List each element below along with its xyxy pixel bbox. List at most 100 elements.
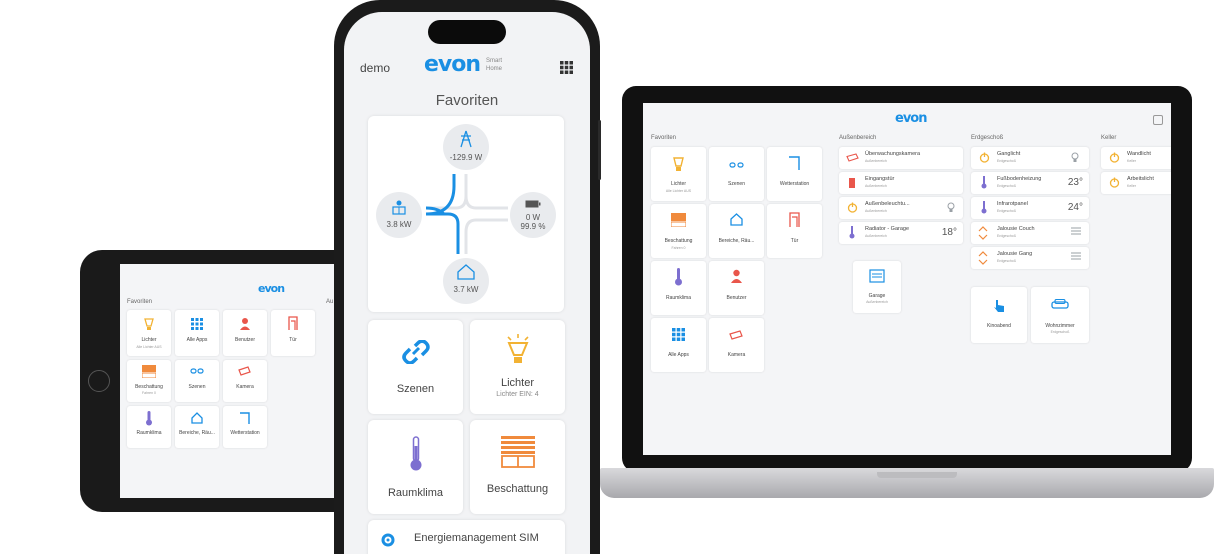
phone-list-energiemanagement[interactable]: Energiemanagement SIM xyxy=(368,520,565,554)
laptop-tile-benutzer[interactable]: Benutzer xyxy=(709,261,764,315)
energy-node-grid[interactable]: -129.9 W xyxy=(443,124,489,170)
laptop-row-aussenbeleuchtung[interactable]: Außenbeleuchtu... Außenbereich xyxy=(839,197,963,219)
tablet-screen: evon Favoriten Au Lichter Alle Lichter A… xyxy=(120,264,360,498)
laptop-tile-wohnzimmer[interactable]: Wohnzimmer Erdgeschoß xyxy=(1031,287,1089,343)
tablet-tile-lichter[interactable]: Lichter Alle Lichter AUS xyxy=(127,310,171,356)
phone-brand-tag-1: Smart xyxy=(486,58,503,64)
shutter-icon xyxy=(500,436,535,468)
row-value: 24° xyxy=(1067,202,1083,213)
laptop-row-radiator-garage[interactable]: Radiator - Garage Außenbereich 18° xyxy=(839,222,963,244)
thermometer-icon xyxy=(981,201,987,214)
tile-label: Beschattung xyxy=(135,384,163,390)
laptop-brand-logo: evon xyxy=(895,111,928,126)
laptop-tile-wetterstation[interactable]: Wetterstation xyxy=(767,147,822,201)
shutter-icon xyxy=(671,213,686,227)
solar-panel-icon xyxy=(392,200,406,215)
tablet-tile-tuer[interactable]: Tür xyxy=(271,310,315,356)
up-down-icon xyxy=(978,251,988,265)
door-icon xyxy=(849,178,855,188)
tile-label: Szenen xyxy=(396,383,435,395)
tablet-tile-alle-apps[interactable]: Alle Apps xyxy=(175,310,219,356)
house-icon xyxy=(457,264,475,280)
link-icon xyxy=(729,162,744,168)
energy-node-house[interactable]: 3.7 kW xyxy=(443,258,489,304)
tablet-tile-szenen[interactable]: Szenen xyxy=(175,360,219,402)
thermometer-icon xyxy=(675,268,682,286)
row-room: Keller xyxy=(1127,159,1136,163)
laptop-row-ganglicht[interactable]: Ganglicht Erdgeschoß xyxy=(971,147,1089,169)
laptop-tile-alle-apps[interactable]: Alle Apps xyxy=(651,318,706,372)
row-room: Keller xyxy=(1127,184,1136,188)
laptop-tile-beschattung[interactable]: Beschattung Fahren 0 xyxy=(651,204,706,258)
laptop-tile-kamera[interactable]: Kamera xyxy=(709,318,764,372)
sofa-icon xyxy=(1051,299,1069,309)
phone-page-title: Favoriten xyxy=(435,92,499,109)
row-name: Ganglicht xyxy=(997,151,1021,157)
row-value: 18° xyxy=(941,227,957,238)
row-room: Erdgeschoß xyxy=(997,259,1016,263)
tablet-home-button xyxy=(88,370,110,392)
grid-icon xyxy=(672,328,685,341)
row-name: Jalousie Gang xyxy=(997,251,1033,257)
laptop-tile-lichter[interactable]: Lichter Alle Lichter AUS xyxy=(651,147,706,201)
phone-tile-beschattung[interactable]: Beschattung xyxy=(470,420,565,514)
tablet-tile-beschattung[interactable]: Beschattung Fahren 0 xyxy=(127,360,171,402)
bulb-icon xyxy=(947,202,955,212)
laptop-tile-tuer[interactable]: Tür xyxy=(767,204,822,258)
tile-label: Alle Apps xyxy=(186,337,208,343)
energy-node-solar[interactable]: 3.8 kW xyxy=(376,192,422,238)
energy-battery-power: 0 W xyxy=(525,213,541,222)
laptop-row-wandlicht[interactable]: Wandlicht Keller xyxy=(1101,147,1171,169)
laptop-tile-szenen[interactable]: Szenen xyxy=(709,147,764,201)
phone-tile-raumklima[interactable]: Raumklima xyxy=(368,420,463,514)
tile-sub: Fahren 0 xyxy=(141,391,156,395)
energy-house-value: 3.7 kW xyxy=(453,285,479,294)
laptop-row-jalousie-couch[interactable]: Jalousie Couch Erdgeschoß xyxy=(971,222,1089,244)
phone-tile-szenen[interactable]: Szenen xyxy=(368,320,463,414)
laptop-row-kamera[interactable]: Überwachungskamera Außenbereich xyxy=(839,147,963,169)
laptop-section-favorites: Favoriten xyxy=(651,135,677,141)
tile-label: Wetterstation xyxy=(230,430,260,436)
weather-station-icon xyxy=(240,412,250,424)
garage-icon xyxy=(869,269,885,283)
row-room: Erdgeschoß xyxy=(997,159,1016,163)
tablet-tile-bereiche[interactable]: Bereiche, Räu... xyxy=(175,406,219,448)
tile-label: Tür xyxy=(790,238,799,244)
battery-icon xyxy=(525,200,541,208)
laptop-tile-bereiche[interactable]: Bereiche, Räu... xyxy=(709,204,764,258)
laptop-tile-kinoabend[interactable]: Kinoabend xyxy=(971,287,1027,343)
energy-card[interactable]: -129.9 W 3.8 kW 0 W 99.9 % 3.7 kW xyxy=(368,116,564,312)
tablet-tile-kamera[interactable]: Kamera xyxy=(223,360,267,402)
tile-label: Lichter xyxy=(141,337,157,343)
phone-tile-lichter[interactable]: Lichter Lichter EIN: 4 xyxy=(470,320,565,414)
apps-grid-icon[interactable] xyxy=(560,61,573,74)
tile-label: Benutzer xyxy=(234,337,255,343)
laptop-row-eingangstuer[interactable]: Eingangstür Außenbereich xyxy=(839,172,963,194)
tile-label: Kamera xyxy=(727,352,746,358)
row-name: Jalousie Couch xyxy=(997,226,1035,232)
phone-side-button xyxy=(598,120,601,180)
thermometer-icon xyxy=(849,226,855,239)
laptop-row-arbeitslicht[interactable]: Arbeitslicht Keller xyxy=(1101,172,1171,194)
laptop-row-fussbodenheizung[interactable]: Fußbodenheizung Erdgeschoß 23° xyxy=(971,172,1089,194)
energy-node-battery[interactable]: 0 W 99.9 % xyxy=(510,192,556,238)
link-icon xyxy=(401,339,430,365)
tile-label: Garage xyxy=(868,293,886,299)
tile-label: Szenen xyxy=(728,181,745,187)
tablet-tile-wetterstation[interactable]: Wetterstation xyxy=(223,406,267,448)
tablet-tile-benutzer[interactable]: Benutzer xyxy=(223,310,267,356)
row-room: Erdgeschoß xyxy=(997,209,1016,213)
laptop-row-jalousie-gang[interactable]: Jalousie Gang Erdgeschoß xyxy=(971,247,1089,269)
camera-icon xyxy=(238,366,251,376)
row-name: Fußbodenheizung xyxy=(997,176,1042,182)
tile-label: Wetterstation xyxy=(779,181,810,187)
laptop-tile-raumklima[interactable]: Raumklima xyxy=(651,261,706,315)
laptop-tile-garage[interactable]: Garage Außenbereich xyxy=(853,261,901,313)
tablet-tile-raumklima[interactable]: Raumklima xyxy=(127,406,171,448)
laptop-row-infrarotpanel[interactable]: Infrarotpanel Erdgeschoß 24° xyxy=(971,197,1089,219)
tile-label: Alle Apps xyxy=(668,352,689,358)
tablet-brand-logo: evon xyxy=(258,282,285,295)
house-icon xyxy=(730,213,743,226)
notifications-icon[interactable] xyxy=(1153,115,1163,125)
tile-label: Tür xyxy=(289,337,297,343)
